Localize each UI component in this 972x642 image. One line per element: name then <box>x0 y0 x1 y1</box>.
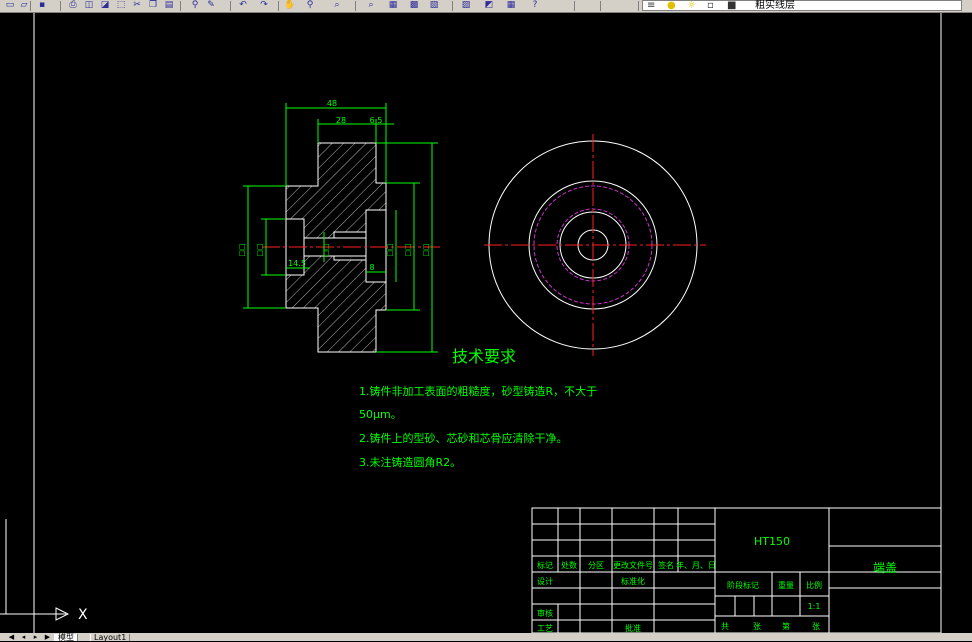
review-label: 审核 <box>537 608 553 618</box>
dim-48-label: 48 <box>327 99 337 108</box>
preview-icon[interactable]: ◫ <box>82 0 96 11</box>
diameter-label-counterbore: □□ <box>386 243 394 256</box>
new-icon[interactable]: ▭ <box>3 0 17 11</box>
front-view <box>484 134 706 356</box>
cut-icon[interactable]: ✂ <box>130 0 144 11</box>
toolbar-separator <box>638 1 639 11</box>
open-icon[interactable]: ▱ <box>17 0 31 11</box>
material-label: HT150 <box>754 535 790 548</box>
calc-icon[interactable]: ▦ <box>504 0 518 11</box>
dim-8-label: 8 <box>369 263 374 272</box>
tool-palette-icon[interactable]: ▧ <box>427 0 441 11</box>
section-upper-half <box>285 142 387 239</box>
notes-line-2: 2.铸件上的型砂、芯砂和芯骨应清除干净。 <box>359 431 568 445</box>
pan-icon[interactable]: ✋ <box>283 0 297 11</box>
toolbar-separator <box>60 1 61 11</box>
layout-tab-bar <box>0 633 972 641</box>
layer-dropdown[interactable]: ≡ ● ☼ ▫ ■ 粗实线层 <box>642 0 962 11</box>
ucs-x-label: X <box>78 607 88 623</box>
standardization-label: 标准化 <box>621 576 645 586</box>
toolbar-separator <box>600 1 601 11</box>
notes-line-1b: 50μm。 <box>359 408 402 421</box>
standard-toolbar: ▭ ▱ ▪ ⎙ ◫ ◪ ⬚ ✂ ❐ ▤ ⚲ ✎ ↶ ↷ ✋ ⚲ ⌕ ⌕ ▦ ▩ ▧ ▨ ◩ ▦? ≡ ● ☼ ▫ ■ 粗实线层 <box>0 0 972 13</box>
sheet-no-label: 第 <box>782 621 790 631</box>
toolbar-separator <box>180 1 181 11</box>
color-icon: ■ <box>727 0 737 11</box>
scale-label: 比例 <box>806 580 822 590</box>
diameter-label-inner-left: □□ <box>256 243 264 256</box>
dim-28-label: 28 <box>336 116 346 125</box>
sheet-unit2-label: 张 <box>812 622 820 631</box>
layer-manager-icon[interactable]: ≡ <box>647 0 655 11</box>
bulb-icon: ● <box>667 0 676 11</box>
process-label: 工艺 <box>537 624 553 633</box>
notes-line-3: 3.未注铸造圆角R2。 <box>359 455 461 469</box>
first-tab-icon[interactable]: ◀ <box>8 634 15 641</box>
toolbar-separator <box>355 1 356 11</box>
header-zone: 分区 <box>588 561 604 570</box>
dim-14-5-label: 14.5 <box>288 259 306 268</box>
toolbar-separator <box>574 1 575 11</box>
tab-layout1[interactable]: Layout1 <box>90 634 131 642</box>
properties-icon[interactable]: ▦ <box>386 0 400 11</box>
header-sign: 签名 <box>658 560 674 570</box>
toolbar-separator <box>230 1 231 11</box>
markup-icon[interactable]: ◩ <box>482 0 496 11</box>
plot-icon[interactable]: ⬚ <box>114 0 128 11</box>
header-change-doc: 更改文件号 <box>613 560 653 570</box>
weight-label: 重量 <box>778 580 794 590</box>
header-mark: 标记 <box>537 560 553 570</box>
drawing-canvas[interactable]: 48 28 6.5 8 14.5 □□ □□ □□ □□ □□ □□ 技术要求 … <box>0 13 972 633</box>
notes-line-1: 1.铸件非加工表面的粗糙度，砂型铸造R，不大于 <box>359 384 597 398</box>
save-icon[interactable]: ▪ <box>35 0 49 11</box>
layer-name: 粗实线层 <box>755 0 795 11</box>
dim-6-5-label: 6.5 <box>370 116 383 125</box>
sheet-set-icon[interactable]: ▨ <box>459 0 473 11</box>
tab-model[interactable]: 模型 <box>54 634 78 642</box>
diameter-label-outer-right: □□ <box>422 243 430 256</box>
publish-icon[interactable]: ◪ <box>98 0 112 11</box>
brush-icon[interactable]: ✎ <box>204 0 218 11</box>
notes-title: 技术要求 <box>452 347 516 366</box>
part-name-label: 端盖 <box>873 561 897 575</box>
next-tab-icon[interactable]: ▸ <box>32 634 39 641</box>
scale-value: 1:1 <box>808 602 821 611</box>
diameter-label-bore: □□ <box>322 243 330 256</box>
paste-icon[interactable]: ▤ <box>162 0 176 11</box>
diameter-label-outer-left: □□ <box>238 243 246 256</box>
approve-label: 批准 <box>625 623 641 633</box>
zoom-realtime-icon[interactable]: ⚲ <box>303 0 317 11</box>
print-icon[interactable]: ⎙ <box>66 0 80 11</box>
zoom-window-icon[interactable]: ⌕ <box>330 0 344 11</box>
help-icon[interactable]: ? <box>528 0 542 11</box>
lock-icon: ▫ <box>707 0 714 11</box>
sun-icon: ☼ <box>687 0 696 11</box>
stage-mark-label: 阶段标记 <box>727 580 759 590</box>
prev-tab-icon[interactable]: ◂ <box>20 634 27 641</box>
sheet-total-label: 共 <box>721 622 729 631</box>
undo-icon[interactable]: ↶ <box>236 0 250 11</box>
design-label: 设计 <box>537 576 553 586</box>
sheet-unit-label: 张 <box>753 622 761 631</box>
header-date: 年、月、日 <box>676 560 716 570</box>
copy-icon[interactable]: ❐ <box>146 0 160 11</box>
zoom-previous-icon[interactable]: ⌕ <box>364 0 378 11</box>
section-view <box>262 142 440 353</box>
last-tab-icon[interactable]: ▶ <box>44 634 51 641</box>
toolbar-separator <box>278 1 279 11</box>
match-icon[interactable]: ⚲ <box>188 0 202 11</box>
header-count: 处数 <box>561 560 577 570</box>
toolbar-separator <box>452 1 453 11</box>
diameter-label-flange: □□ <box>404 243 412 256</box>
design-center-icon[interactable]: ▩ <box>407 0 421 11</box>
redo-icon[interactable]: ↷ <box>257 0 271 11</box>
